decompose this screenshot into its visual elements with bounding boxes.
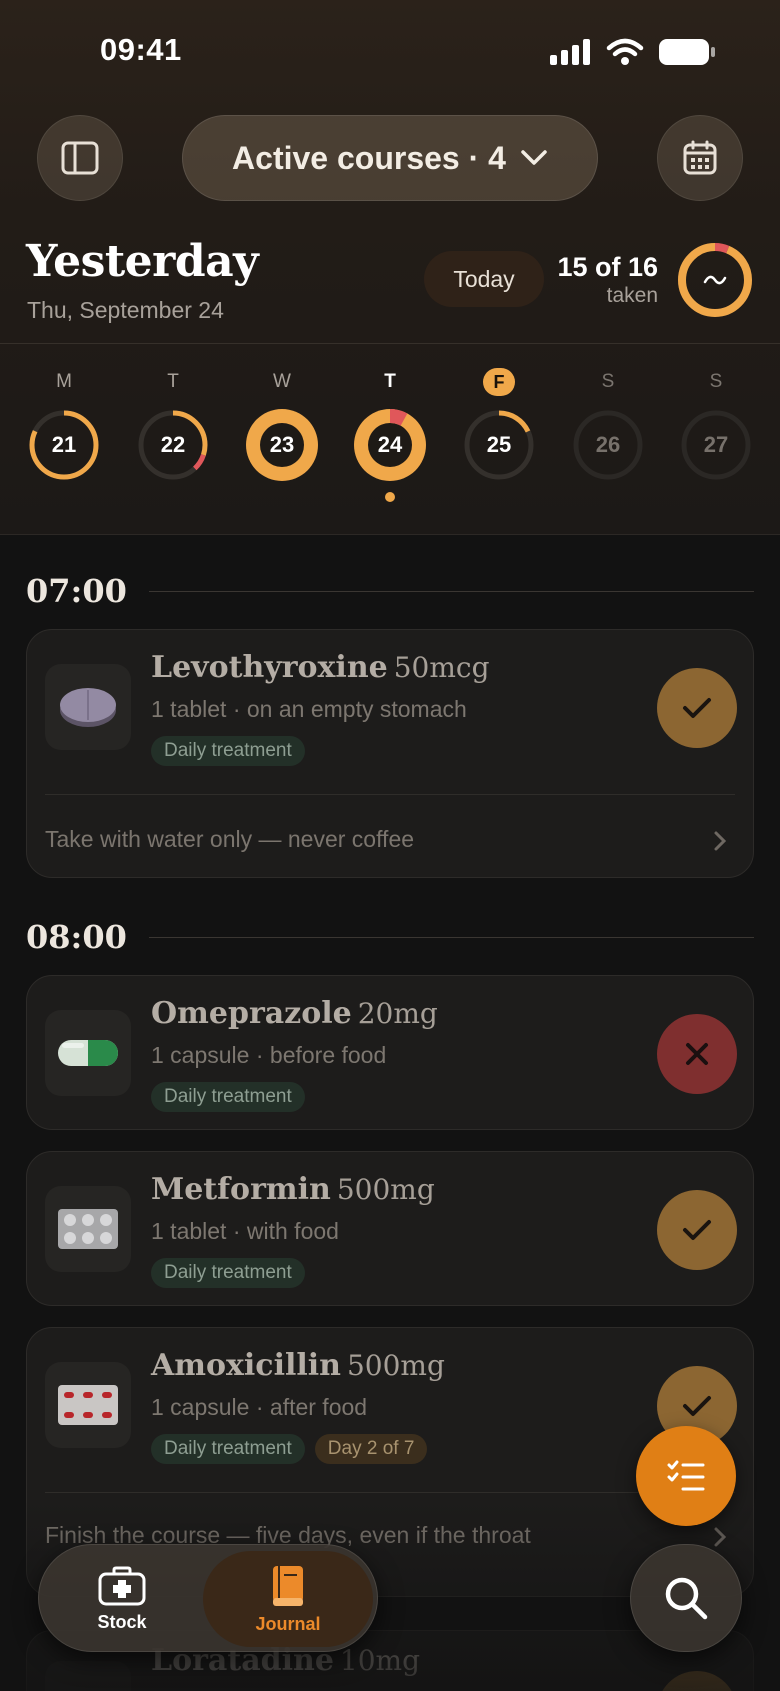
mark-taken-button[interactable] [657,668,737,748]
tag-daily-treatment: Daily treatment [151,1082,305,1112]
time-slot-header: 07:00 [26,572,754,610]
med-name: Levothyroxine 50mcg [151,650,490,685]
calendar-button[interactable] [657,115,743,201]
chevron-right-icon [714,831,727,851]
tab-stock-label: Stock [97,1611,147,1632]
selected-day-dot [385,492,395,502]
med-name: Amoxicillin 500mg [151,1348,445,1383]
round-pill-icon [45,664,131,750]
med-note: Take with water only — never coffee [45,826,415,852]
header-divider [0,534,780,535]
med-dose: 10mg [339,1644,421,1677]
weekday-letter: M [56,371,72,392]
med-instructions: 1 capsule · after food [151,1394,368,1420]
wifi-icon [606,38,644,65]
week-day-25[interactable]: F 25 [459,368,539,482]
page-date: Thu, September 24 [27,297,224,323]
red-blister-icon [45,1362,131,1448]
cellular-signal-icon [550,39,590,65]
today-button[interactable]: Today [424,251,544,307]
week-day-24[interactable]: T 24 [350,368,430,502]
mark-taken-button[interactable] [657,1671,737,1691]
tag-daily-treatment: Daily treatment [151,1258,305,1288]
med-dose: 500mg [346,1349,445,1382]
med-name: Omeprazole 20mg [151,996,438,1031]
day-number: 22 [160,432,186,457]
search-button[interactable] [630,1544,742,1652]
tablet-icon [45,1661,131,1691]
med-name: Metformin 500mg [151,1172,435,1207]
day-number: 27 [703,432,729,457]
weekday-letter: F [459,368,539,396]
page-title: Yesterday [26,236,259,287]
battery-icon [659,39,715,65]
tag-daily-treatment: Daily treatment [151,736,305,766]
week-day-21[interactable]: M 21 [24,368,104,482]
weekday-letter: T [167,371,179,392]
med-dose: 500mg [336,1173,435,1206]
day-number: 26 [595,432,621,457]
med-instructions: 1 tablet · on an empty stomach [151,696,467,722]
taken-count: 15 of 16 [557,252,658,282]
course-selector-label: Active courses · 4 [232,139,506,176]
first-aid-kit-icon [98,1566,146,1605]
day-number: 23 [269,432,295,457]
checklist-fab[interactable] [636,1426,736,1526]
tag-course-day: Day 2 of 7 [314,1434,428,1464]
week-day-27[interactable]: S 27 [676,368,756,482]
time-divider [148,936,754,938]
checkmark-icon [683,1396,711,1416]
med-card-levothyroxine[interactable]: Levothyroxine 50mcg 1 tablet · on an empt… [26,629,754,878]
blister-pack-icon [45,1186,131,1272]
week-day-22[interactable]: T 22 [133,368,213,482]
time-label: 07:00 [26,572,127,610]
card-divider [45,1492,735,1493]
capsule-icon [45,1010,131,1096]
weekday-letter: T [384,371,396,392]
taken-progress-ring[interactable] [676,241,754,319]
mark-taken-button[interactable] [657,1190,737,1270]
weekday-letter: W [273,371,291,392]
time-label: 08:00 [26,918,127,956]
day-number: 24 [377,432,403,457]
calendar-icon [683,140,717,175]
weekday-letter: S [601,371,615,392]
med-instructions: 1 tablet · with food [151,1218,339,1244]
checkmark-icon [683,698,711,718]
week-day-23[interactable]: W 23 [242,368,322,482]
status-icons [550,38,716,66]
tag-daily-treatment: Daily treatment [151,1434,305,1464]
checkmark-icon [683,1220,711,1240]
time-divider [148,590,754,592]
day-number: 21 [51,432,77,457]
week-day-26[interactable]: S 26 [568,368,648,482]
checklist-icon [667,1460,705,1491]
card-divider [45,794,735,795]
med-card-omeprazole[interactable]: Omeprazole 20mg 1 capsule · before food D… [26,975,754,1130]
tab-journal-label: Journal [255,1613,321,1634]
weekday-letter: S [709,371,723,392]
med-dose: 50mcg [393,651,490,684]
status-time: 09:41 [100,32,182,67]
sidebar-toggle-button[interactable] [37,115,123,201]
chevron-down-icon [521,150,547,165]
book-icon [273,1565,303,1606]
tab-journal[interactable]: Journal [203,1551,373,1647]
course-selector[interactable]: Active courses · 4 [182,115,598,201]
close-icon [686,1043,708,1065]
search-icon [665,1577,708,1620]
mark-skipped-button[interactable] [657,1014,737,1094]
tab-bar: Stock Journal [38,1544,378,1652]
time-slot-header: 08:00 [26,918,754,956]
tab-stock[interactable]: Stock [47,1551,197,1647]
med-instructions: 1 capsule · before food [151,1042,387,1068]
day-number: 25 [486,432,512,457]
taken-label: taken [606,284,658,307]
sidebar-icon [61,141,99,175]
med-card-metformin[interactable]: Metformin 500mg 1 tablet · with food Dail… [26,1151,754,1306]
today-badge: F [483,368,515,396]
med-dose: 20mg [357,997,438,1030]
trend-wave-icon [703,275,727,285]
chevron-right-icon [714,1527,727,1547]
